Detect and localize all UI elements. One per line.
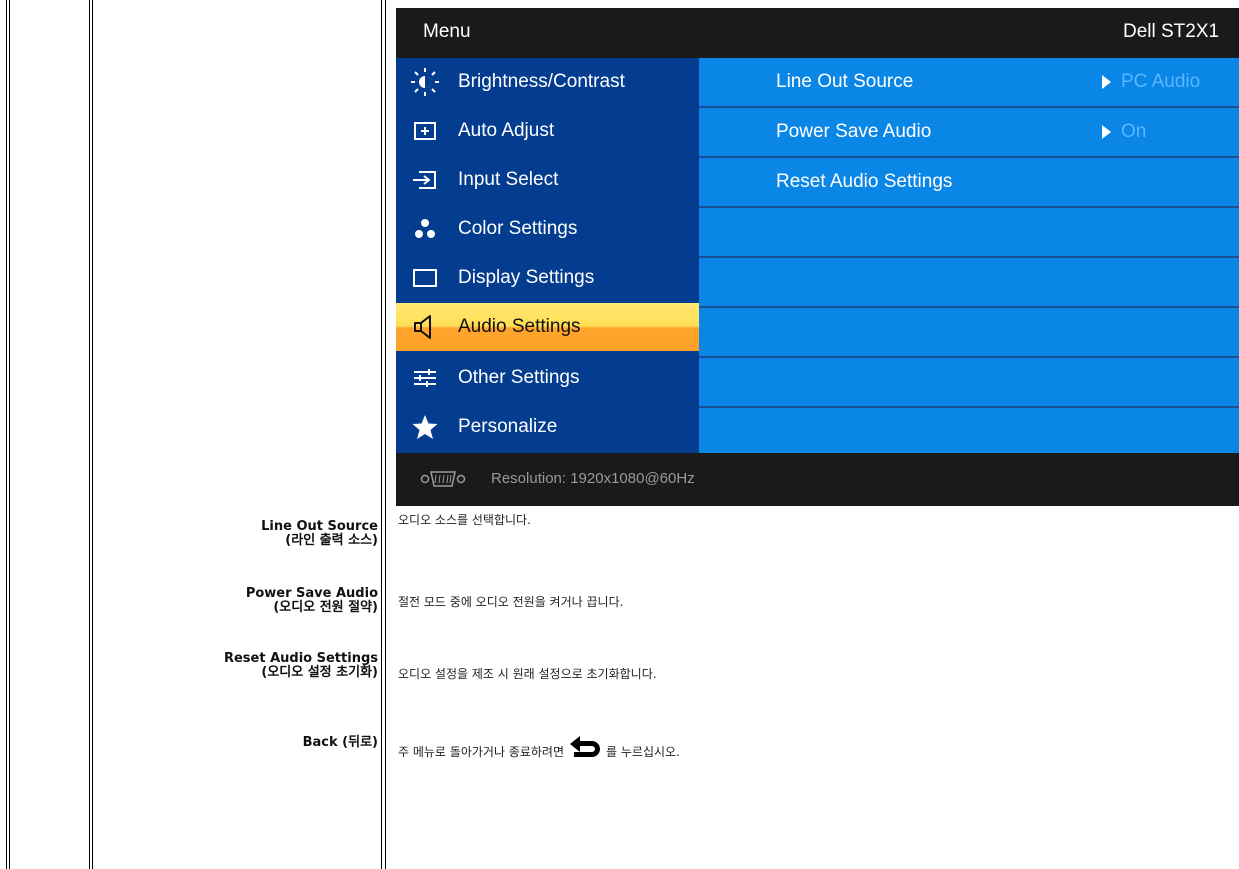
triangle-right-icon xyxy=(1102,75,1111,89)
osd-header: Menu Dell ST2X1 xyxy=(396,8,1239,58)
menu-item-color-settings[interactable]: Color Settings xyxy=(396,205,699,253)
resolution-readout: Resolution: 1920x1080@60Hz xyxy=(491,470,695,487)
term-power-save-audio: Power Save Audio (오디오 전원 절약) xyxy=(246,587,378,615)
menu-item-personalize[interactable]: Personalize xyxy=(396,403,699,451)
term-reset-audio-settings: Reset Audio Settings (오디오 설정 초기화) xyxy=(224,652,378,680)
osd-footer: Resolution: 1920x1080@60Hz xyxy=(396,453,1239,506)
brightness-icon xyxy=(410,67,440,97)
osd-menu-title: Menu xyxy=(423,21,471,42)
star-icon xyxy=(410,412,440,442)
input-select-icon xyxy=(410,165,440,195)
term-line-out-source: Line Out Source (라인 출력 소스) xyxy=(261,520,378,548)
submenu-line-out-source[interactable]: Line Out Source PC Audio xyxy=(699,58,1239,108)
frame-line xyxy=(6,0,7,869)
speaker-icon xyxy=(410,312,440,342)
frame-line xyxy=(385,0,386,869)
menu-item-label: Input Select xyxy=(458,169,559,190)
term-label: Line Out Source xyxy=(261,519,378,534)
menu-item-audio-settings[interactable]: Audio Settings xyxy=(396,303,699,351)
desc-text: 주 메뉴로 돌아가거나 종료하려면 xyxy=(398,745,565,759)
desc-text: 를 누르십시오. xyxy=(606,745,680,759)
frame-line xyxy=(89,0,90,869)
submenu-reset-audio-settings[interactable]: Reset Audio Settings xyxy=(699,158,1239,208)
term-label-ko: (오디오 전원 절약) xyxy=(273,600,378,615)
submenu-power-save-audio[interactable]: Power Save Audio On xyxy=(699,108,1239,158)
osd-main-menu: Brightness/Contrast Auto Adjust Input Se… xyxy=(396,58,699,453)
submenu-empty-row xyxy=(699,208,1239,258)
term-label-ko: (오디오 설정 초기화) xyxy=(261,665,378,680)
submenu-label: Line Out Source xyxy=(776,71,914,92)
auto-adjust-icon xyxy=(410,116,440,146)
frame-line xyxy=(9,0,10,869)
menu-item-label: Other Settings xyxy=(458,367,580,388)
desc-line-out-source: 오디오 소스를 선택합니다. xyxy=(398,513,531,527)
frame-line xyxy=(381,0,382,869)
sliders-icon xyxy=(410,363,440,393)
menu-item-auto-adjust[interactable]: Auto Adjust xyxy=(396,107,699,155)
frame-line xyxy=(92,0,93,869)
menu-item-brightness-contrast[interactable]: Brightness/Contrast xyxy=(396,58,699,106)
color-settings-icon xyxy=(410,214,440,244)
back-arrow-icon xyxy=(568,734,602,763)
menu-item-display-settings[interactable]: Display Settings xyxy=(396,254,699,302)
menu-item-label: Display Settings xyxy=(458,267,595,288)
submenu-empty-row xyxy=(699,408,1239,458)
desc-reset-audio-settings: 오디오 설정을 제조 시 원래 설정으로 초기화합니다. xyxy=(398,667,657,681)
submenu-value: PC Audio xyxy=(1121,71,1201,92)
submenu-value: On xyxy=(1121,121,1147,142)
triangle-right-icon xyxy=(1102,125,1111,139)
menu-item-label: Audio Settings xyxy=(458,316,581,337)
term-label: Back (뒤로) xyxy=(302,735,378,750)
menu-item-label: Color Settings xyxy=(458,218,578,239)
osd-model-name: Dell ST2X1 xyxy=(1123,21,1220,42)
term-back: Back (뒤로) xyxy=(303,736,378,750)
menu-item-label: Auto Adjust xyxy=(458,120,555,141)
term-label-ko: (라인 출력 소스) xyxy=(285,533,378,548)
submenu-empty-row xyxy=(699,358,1239,408)
menu-item-label: Brightness/Contrast xyxy=(458,71,625,92)
desc-back: 주 메뉴로 돌아가거나 종료하려면 를 누르십시오. xyxy=(398,734,680,763)
osd-menu-panel: Menu Dell ST2X1 Brightness/Contrast Auto… xyxy=(396,8,1239,506)
submenu-label: Reset Audio Settings xyxy=(776,171,953,192)
menu-item-input-select[interactable]: Input Select xyxy=(396,156,699,204)
menu-item-label: Personalize xyxy=(458,416,558,437)
submenu-empty-row xyxy=(699,258,1239,308)
term-label: Reset Audio Settings xyxy=(223,651,378,666)
desc-power-save-audio: 절전 모드 중에 오디오 전원을 켜거나 끕니다. xyxy=(398,595,624,609)
vga-connector-icon xyxy=(420,469,466,493)
osd-submenu: Line Out Source PC Audio Power Save Audi… xyxy=(699,58,1239,458)
submenu-label: Power Save Audio xyxy=(776,121,932,142)
term-label: Power Save Audio xyxy=(245,586,378,601)
submenu-empty-row xyxy=(699,308,1239,358)
display-settings-icon xyxy=(410,263,440,293)
menu-item-other-settings[interactable]: Other Settings xyxy=(396,354,699,402)
